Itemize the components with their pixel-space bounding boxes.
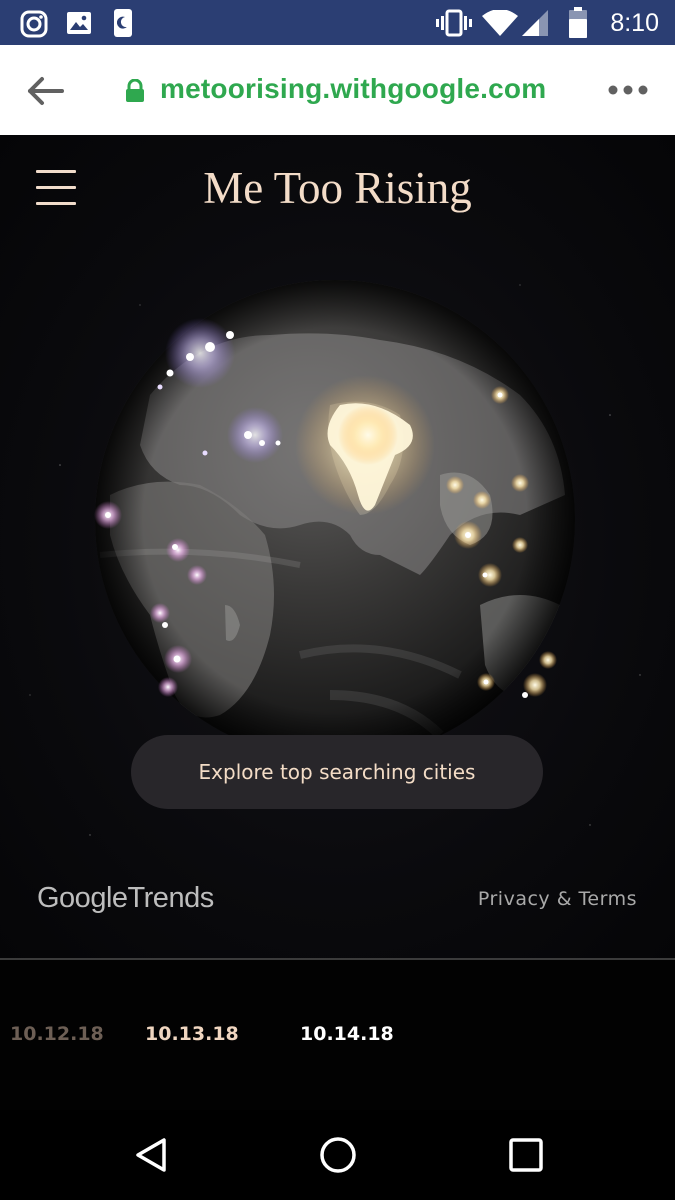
trends-wordmark: Trends [127,882,215,914]
back-triangle-icon[interactable] [132,1135,172,1175]
google-trends-logo[interactable]: GoogleTrends [37,882,214,915]
india-cluster [295,375,435,515]
globe-visualization[interactable] [0,135,675,958]
app-main: Me Too Rising Explore top searching citi… [0,135,675,958]
more-options-icon[interactable] [607,83,649,97]
status-bar: 8:10 [0,0,675,45]
date-item[interactable]: 10.12.18 [10,1023,104,1045]
cell-signal-icon [522,10,548,36]
google-wordmark: Google [37,882,128,914]
recents-square-icon[interactable] [506,1135,546,1175]
clock: 8:10 [610,9,659,37]
do-not-disturb-icon [114,9,132,37]
privacy-terms-link[interactable]: Privacy & Terms [478,888,637,910]
back-arrow-icon[interactable] [26,75,66,107]
explore-cities-button[interactable]: Explore top searching cities [131,735,543,809]
vibrate-icon [436,9,472,37]
image-icon [67,12,91,34]
battery-icon [569,7,587,38]
date-item-current[interactable]: 10.14.18 [300,1023,394,1045]
date-timeline[interactable]: 10.12.18 10.13.18 10.14.18 [0,960,675,1110]
address-bar-url[interactable]: metoorising.withgoogle.com [160,73,546,105]
wifi-icon [482,10,518,36]
lock-icon [126,79,144,102]
android-nav-bar [0,1110,675,1200]
browser-toolbar: metoorising.withgoogle.com [0,45,675,135]
date-item[interactable]: 10.13.18 [145,1023,239,1045]
instagram-icon [20,10,48,38]
home-circle-icon[interactable] [318,1135,358,1175]
page-title: Me Too Rising [203,163,472,213]
